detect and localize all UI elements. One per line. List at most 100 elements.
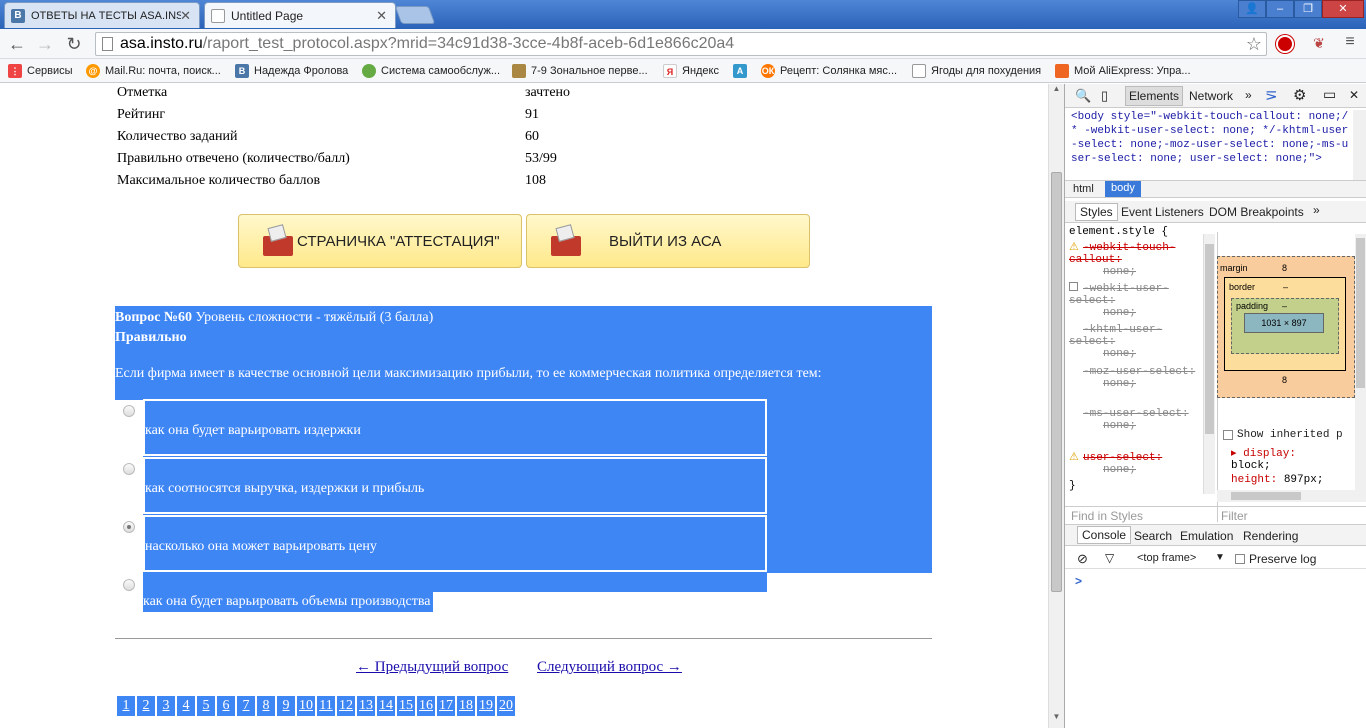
- page-number-link[interactable]: 7: [237, 696, 255, 716]
- menu-icon[interactable]: ≡: [1340, 33, 1360, 55]
- page-number-link[interactable]: 16: [417, 696, 435, 716]
- show-inherited-checkbox[interactable]: [1223, 430, 1233, 440]
- adblock-icon[interactable]: [1276, 35, 1294, 53]
- answer-option-3[interactable]: насколько она может варьировать цену: [143, 515, 767, 572]
- style-rule[interactable]: ⚠ -webkit-touch-callout: none;: [1069, 240, 1203, 278]
- page-scrollbar[interactable]: ▲ ▼: [1048, 84, 1064, 728]
- answer-text[interactable]: как она будет варьировать объемы произво…: [143, 592, 433, 612]
- reload-icon[interactable]: ↻: [63, 33, 85, 55]
- bookmark-zonal[interactable]: 7-9 Зональное перве...: [512, 63, 648, 79]
- frame-selector[interactable]: <top frame>: [1137, 552, 1196, 564]
- page-number-link[interactable]: 14: [377, 696, 395, 716]
- answer-option-1[interactable]: как она будет варьировать издержки: [143, 399, 767, 456]
- computed-scrollbar[interactable]: [1355, 234, 1366, 494]
- restore-button[interactable]: ❐: [1294, 0, 1322, 18]
- drawer-tab-rendering[interactable]: Rendering: [1243, 529, 1298, 543]
- extension-icon[interactable]: ❦: [1310, 35, 1328, 53]
- page-number-link[interactable]: 10: [297, 696, 315, 716]
- answer-option-4[interactable]: [143, 573, 767, 592]
- exit-button[interactable]: ВЫЙТИ ИЗ АСА: [526, 214, 810, 268]
- style-rule[interactable]: -khtml-user-select: none;: [1069, 324, 1203, 360]
- page-number-link[interactable]: 2: [137, 696, 155, 716]
- answer-radio-4[interactable]: [123, 579, 135, 591]
- page-number-link[interactable]: 9: [277, 696, 295, 716]
- page-number-link[interactable]: 4: [177, 696, 195, 716]
- answer-radio-3[interactable]: [123, 521, 135, 533]
- tab-network[interactable]: Network: [1189, 89, 1233, 103]
- drawer-tab-search[interactable]: Search: [1134, 529, 1172, 543]
- close-window-button[interactable]: ✕: [1322, 0, 1364, 18]
- style-rule[interactable]: -moz-user-select: none;: [1069, 366, 1203, 390]
- answer-radio-2[interactable]: [123, 463, 135, 475]
- tab-asa-answers[interactable]: B ОТВЕТЫ НА ТЕСТЫ ASA.INS ✕: [4, 2, 200, 28]
- style-rule[interactable]: -webkit-user-select: none;: [1069, 282, 1203, 319]
- drawer-toggle-icon[interactable]: ⋝: [1265, 86, 1278, 104]
- page-info-icon[interactable]: [102, 37, 113, 51]
- page-number-link[interactable]: 8: [257, 696, 275, 716]
- breadcrumb-html[interactable]: html: [1073, 183, 1094, 195]
- user-icon[interactable]: 👤: [1238, 0, 1266, 18]
- close-tab-icon[interactable]: ✕: [376, 8, 387, 24]
- style-rule[interactable]: ⚠ user-select: none;: [1069, 450, 1203, 476]
- next-question-link[interactable]: Следующий вопрос →: [537, 659, 682, 676]
- settings-icon[interactable]: ⚙: [1293, 86, 1306, 104]
- page-number-link[interactable]: 20: [497, 696, 515, 716]
- page-number-link[interactable]: 5: [197, 696, 215, 716]
- breadcrumb-body[interactable]: body: [1105, 181, 1141, 197]
- clear-console-icon[interactable]: ⊘: [1077, 551, 1088, 567]
- page-number-link[interactable]: 6: [217, 696, 235, 716]
- answer-option-2[interactable]: как соотносятся выручка, издержки и приб…: [143, 457, 767, 514]
- page-number-link[interactable]: 1: [117, 696, 135, 716]
- page-number-link[interactable]: 17: [437, 696, 455, 716]
- bookmark-recipe[interactable]: ОК Рецепт: Солянка мяс...: [761, 63, 897, 79]
- bookmark-aliexpress[interactable]: Мой AliExpress: Упра...: [1055, 63, 1191, 79]
- minimize-button[interactable]: –: [1266, 0, 1294, 18]
- bookmark-selfservice[interactable]: Система самообслуж...: [362, 63, 500, 79]
- bookmark-yandex[interactable]: Я Яндекс: [663, 63, 719, 79]
- computed-filter-input[interactable]: Filter: [1217, 506, 1366, 524]
- dock-icon[interactable]: ▭: [1323, 86, 1336, 103]
- address-bar[interactable]: asa.insto.ru/raport_test_protocol.aspx?m…: [95, 32, 1267, 56]
- page-number-link[interactable]: 18: [457, 696, 475, 716]
- console-prompt[interactable]: >: [1075, 574, 1082, 588]
- page-number-link[interactable]: 19: [477, 696, 495, 716]
- subtab-styles[interactable]: Styles: [1075, 203, 1118, 221]
- answer-radio-1[interactable]: [123, 405, 135, 417]
- close-tab-icon[interactable]: ✕: [180, 8, 191, 24]
- more-tabs-icon[interactable]: »: [1245, 88, 1252, 102]
- bookmark-translate[interactable]: A: [733, 63, 752, 79]
- page-number-link[interactable]: 12: [337, 696, 355, 716]
- page-number-link[interactable]: 15: [397, 696, 415, 716]
- page-number-link[interactable]: 11: [317, 696, 335, 716]
- drawer-tab-emulation[interactable]: Emulation: [1180, 529, 1233, 543]
- star-icon[interactable]: ☆: [1246, 33, 1262, 55]
- inspect-icon[interactable]: 🔍: [1075, 88, 1091, 104]
- page-number-link[interactable]: 3: [157, 696, 175, 716]
- back-icon[interactable]: ←: [6, 33, 28, 55]
- bookmark-mailru[interactable]: @ Mail.Ru: почта, поиск...: [86, 63, 221, 79]
- prev-question-link[interactable]: ← Предыдущий вопрос: [356, 659, 508, 676]
- preserve-log-checkbox[interactable]: [1235, 554, 1245, 564]
- tab-elements[interactable]: Elements: [1125, 86, 1184, 106]
- subtab-dom-breakpoints[interactable]: DOM Breakpoints: [1209, 205, 1304, 219]
- styles-scrollbar[interactable]: [1203, 234, 1215, 494]
- bookmark-services[interactable]: ⋮ Сервисы: [8, 63, 73, 79]
- dom-body-node[interactable]: <body style="-webkit-touch-callout: none…: [1071, 110, 1353, 180]
- device-icon[interactable]: ▯: [1101, 88, 1108, 104]
- drawer-tab-console[interactable]: Console: [1077, 526, 1132, 544]
- filter-icon[interactable]: ▽: [1105, 551, 1114, 565]
- bookmark-berries[interactable]: Ягоды для похудения: [912, 63, 1041, 79]
- bookmark-nadezhda[interactable]: B Надежда Фролова: [235, 63, 348, 79]
- new-tab-button[interactable]: [394, 6, 436, 24]
- attestation-button[interactable]: СТРАНИЧКА "АТТЕСТАЦИЯ": [238, 214, 522, 268]
- page-number-link[interactable]: 13: [357, 696, 375, 716]
- style-rule[interactable]: -ms-user-select: none;: [1069, 408, 1203, 432]
- subtab-event-listeners[interactable]: Event Listeners: [1121, 205, 1204, 219]
- forward-icon[interactable]: →: [34, 33, 56, 55]
- rule-checkbox[interactable]: [1069, 282, 1083, 295]
- close-devtools-icon[interactable]: ✕: [1349, 88, 1359, 102]
- tab-untitled-page[interactable]: Untitled Page ✕: [204, 2, 396, 28]
- find-in-styles-input[interactable]: Find in Styles: [1065, 506, 1217, 524]
- frame-dropdown-icon[interactable]: ▼: [1215, 552, 1225, 563]
- computed-hscrollbar[interactable]: [1217, 490, 1366, 502]
